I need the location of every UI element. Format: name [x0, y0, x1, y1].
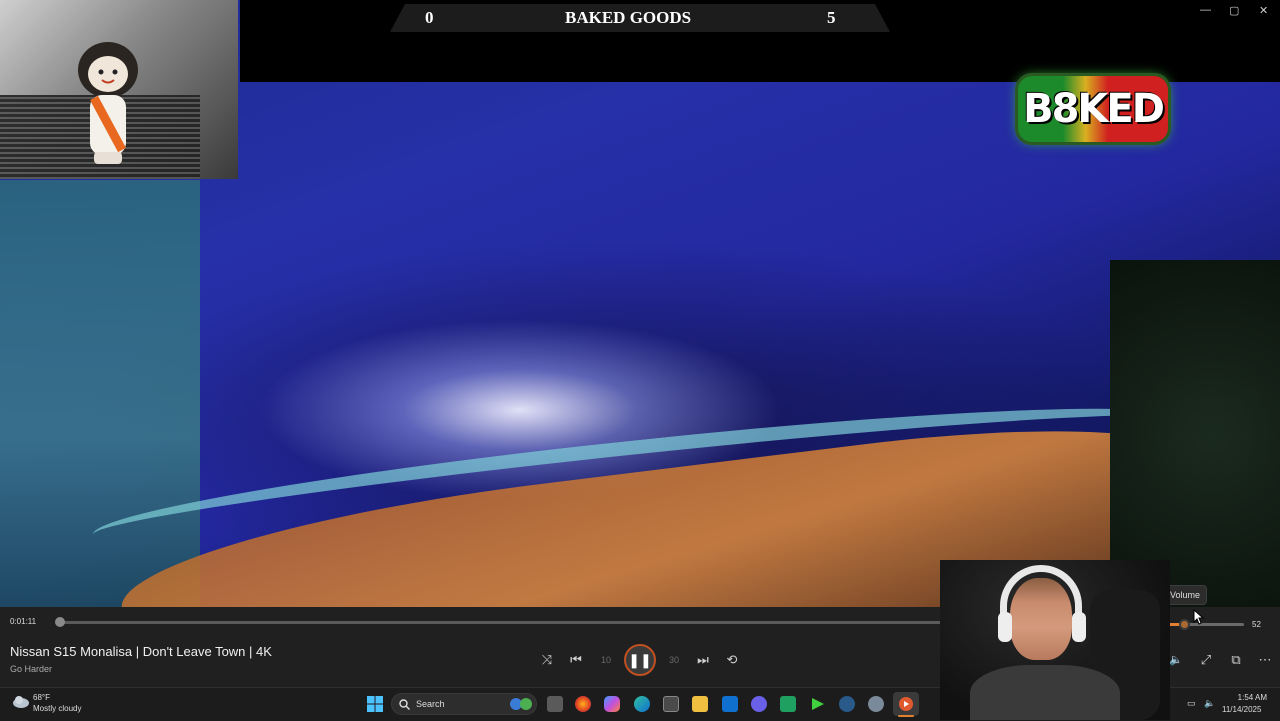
minimize-button[interactable]: —	[1200, 4, 1211, 16]
miniplayer-icon[interactable]: ⧉	[1225, 650, 1247, 670]
weather-temp[interactable]: 68°F	[33, 693, 50, 702]
scoreboard-title: BAKED GOODS	[565, 8, 692, 27]
pause-button[interactable]: ❚❚	[624, 644, 656, 676]
windows-start-icon[interactable]	[367, 696, 383, 712]
clock-time[interactable]: 1:54 AM	[1237, 693, 1267, 702]
headphones-right-cup	[1072, 612, 1086, 642]
task-view-icon[interactable]	[547, 696, 563, 712]
search-placeholder: Search	[416, 699, 445, 709]
shuffle-icon[interactable]: ⤨	[536, 650, 558, 670]
webcam-overlay-figurine	[0, 0, 238, 179]
streamer-body	[970, 665, 1120, 720]
copilot-icon[interactable]	[604, 696, 620, 712]
next-icon[interactable]: ⏭	[692, 650, 714, 670]
store-icon[interactable]	[663, 696, 679, 712]
current-time: 0:01:11	[10, 617, 37, 626]
mouse-cursor-icon	[1193, 609, 1205, 625]
search-icon	[399, 699, 410, 710]
channel-logo: B8KED	[1018, 76, 1168, 142]
terminal-icon[interactable]	[810, 696, 826, 712]
previous-icon[interactable]: ⏮	[565, 650, 587, 670]
firefox-icon[interactable]	[575, 696, 591, 712]
headphones-left-cup	[998, 612, 1012, 642]
figurine-image	[78, 42, 138, 164]
clock-date[interactable]: 11/14/2025	[1222, 705, 1261, 714]
forward-30-icon[interactable]: 30	[663, 650, 685, 670]
logo-text: B8KED	[1023, 86, 1165, 132]
copilot-search-icon[interactable]	[508, 697, 534, 711]
speaker-icon[interactable]: 🔈	[1204, 698, 1215, 709]
fullscreen-icon[interactable]: ⤢	[1195, 650, 1217, 670]
webcam-overlay-streamer	[940, 560, 1170, 720]
repeat-icon[interactable]: ⟲	[721, 650, 743, 670]
media-player-icon	[899, 697, 913, 711]
active-app-indicator	[898, 715, 914, 717]
edge-icon[interactable]	[634, 696, 650, 712]
track-artist[interactable]: Go Harder	[10, 664, 52, 674]
steam-icon[interactable]	[839, 696, 855, 712]
volume-value: 52	[1252, 620, 1261, 629]
more-options-icon[interactable]: ⋯	[1254, 650, 1276, 670]
video-wheel	[1110, 260, 1280, 607]
weather-cloud-icon	[13, 696, 29, 708]
green-app-icon[interactable]	[780, 696, 796, 712]
settings-gear-icon[interactable]	[868, 696, 884, 712]
track-title[interactable]: Nissan S15 Monalisa | Don't Leave Town |…	[10, 644, 272, 659]
weather-desc[interactable]: Mostly cloudy	[33, 704, 81, 713]
rewind-10-icon[interactable]: 10	[595, 650, 617, 670]
file-explorer-icon[interactable]	[692, 696, 708, 712]
discord-icon[interactable]	[751, 696, 767, 712]
right-score: 5	[827, 8, 836, 27]
close-button[interactable]: ✕	[1259, 4, 1268, 17]
maximize-button[interactable]: ▢	[1229, 4, 1239, 17]
left-score: 0	[425, 8, 434, 27]
headphones-band	[1000, 565, 1082, 635]
network-icon[interactable]: ▭	[1187, 698, 1196, 709]
outlook-icon[interactable]	[722, 696, 738, 712]
